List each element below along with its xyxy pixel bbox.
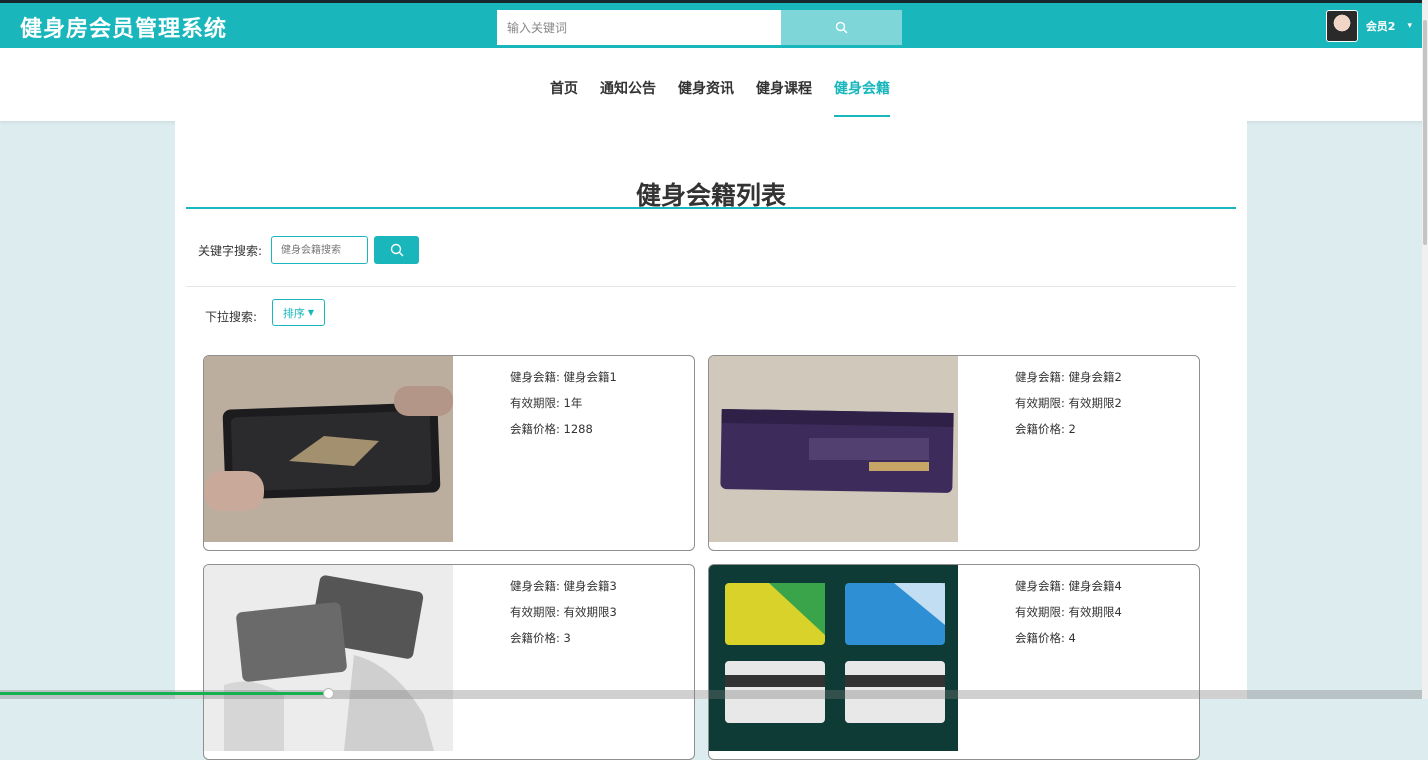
search-icon: [835, 21, 848, 34]
keyword-search-input[interactable]: [271, 236, 368, 264]
top-bar: 健身房会员管理系统 会员2 ▾: [0, 0, 1428, 48]
user-menu[interactable]: 会员2 ▾: [1325, 9, 1412, 43]
nav-item-notices[interactable]: 通知公告: [600, 78, 656, 98]
period-label: 有效期限:: [510, 396, 560, 410]
card-photo-3: [204, 565, 453, 751]
brand-title: 健身房会员管理系统: [20, 17, 228, 42]
price-label: 会籍价格:: [1015, 631, 1065, 645]
price-label: 会籍价格:: [510, 631, 560, 645]
dropdown-label: 下拉搜索:: [205, 310, 258, 324]
caret-down-icon: ▼: [307, 308, 315, 317]
membership-price: 4: [1068, 631, 1076, 645]
page-scrollbar[interactable]: [1422, 0, 1428, 699]
header-search-button[interactable]: [781, 10, 902, 45]
period-label: 有效期限:: [510, 605, 560, 619]
card-photo-1: [204, 356, 453, 542]
name-label: 健身会籍:: [510, 370, 560, 384]
keyword-label: 关键字搜索:: [198, 244, 263, 258]
sort-dropdown-button[interactable]: 排序 ▼: [272, 299, 325, 326]
header-search: [497, 10, 902, 45]
avatar[interactable]: [1325, 10, 1358, 42]
nav-item-fitness-news[interactable]: 健身资讯: [678, 78, 734, 98]
membership-name: 健身会籍2: [1068, 370, 1122, 384]
card-photo-2: [709, 356, 958, 542]
membership-card-image[interactable]: [204, 565, 453, 751]
price-label: 会籍价格:: [1015, 422, 1065, 436]
filter-divider: [186, 286, 1236, 287]
membership-period: 1年: [563, 396, 583, 410]
nav-item-memberships[interactable]: 健身会籍: [834, 78, 890, 117]
period-label: 有效期限:: [1015, 605, 1065, 619]
card-photo-4: [709, 565, 958, 751]
membership-card-image[interactable]: [709, 356, 958, 542]
name-label: 健身会籍:: [510, 579, 560, 593]
title-divider: [186, 207, 1236, 209]
membership-price: 1288: [563, 422, 593, 436]
membership-card-image[interactable]: [709, 565, 958, 751]
main-nav: 首页 通知公告 健身资讯 健身课程 健身会籍: [0, 48, 1428, 121]
keyword-search-button[interactable]: [374, 236, 419, 264]
membership-card[interactable]: 健身会籍: 健身会籍1 有效期限: 1年 会籍价格: 1288: [203, 355, 695, 551]
sort-button-label: 排序: [282, 306, 305, 320]
membership-card-image[interactable]: [204, 356, 453, 542]
membership-card[interactable]: 健身会籍: 健身会籍2 有效期限: 有效期限2 会籍价格: 2: [708, 355, 1200, 551]
progress-fill: [0, 692, 328, 695]
membership-card-info: 健身会籍: 健身会籍2 有效期限: 有效期限2 会籍价格: 2: [1015, 364, 1122, 442]
membership-price: 3: [563, 631, 571, 645]
membership-name: 健身会籍1: [563, 370, 617, 384]
period-label: 有效期限:: [1015, 396, 1065, 410]
user-name[interactable]: 会员2: [1366, 18, 1396, 34]
nav-item-home[interactable]: 首页: [550, 78, 578, 98]
membership-name: 健身会籍4: [1068, 579, 1122, 593]
main-content: 健身会籍列表 关键字搜索: 下拉搜索: 排序 ▼ 健身会籍: 健身会籍1 有效期…: [175, 121, 1247, 760]
scrollbar-thumb[interactable]: [1423, 20, 1427, 245]
membership-period: 有效期限3: [563, 605, 617, 619]
membership-card-info: 健身会籍: 健身会籍4 有效期限: 有效期限4 会籍价格: 4: [1015, 573, 1122, 651]
membership-period: 有效期限4: [1068, 605, 1122, 619]
name-label: 健身会籍:: [1015, 579, 1065, 593]
nav-item-fitness-courses[interactable]: 健身课程: [756, 78, 812, 98]
price-label: 会籍价格:: [510, 422, 560, 436]
media-progress-bar[interactable]: [0, 688, 1428, 699]
search-icon: [390, 243, 403, 257]
caret-down-icon[interactable]: ▾: [1407, 21, 1412, 31]
membership-card-info: 健身会籍: 健身会籍3 有效期限: 有效期限3 会籍价格: 3: [510, 573, 617, 651]
header-search-input[interactable]: [497, 10, 781, 45]
membership-period: 有效期限2: [1068, 396, 1122, 410]
membership-name: 健身会籍3: [563, 579, 617, 593]
progress-handle[interactable]: [323, 688, 334, 699]
membership-price: 2: [1068, 422, 1076, 436]
membership-card-info: 健身会籍: 健身会籍1 有效期限: 1年 会籍价格: 1288: [510, 364, 617, 442]
name-label: 健身会籍:: [1015, 370, 1065, 384]
membership-card[interactable]: 健身会籍: 健身会籍3 有效期限: 有效期限3 会籍价格: 3: [203, 564, 695, 760]
membership-card[interactable]: 健身会籍: 健身会籍4 有效期限: 有效期限4 会籍价格: 4: [708, 564, 1200, 760]
